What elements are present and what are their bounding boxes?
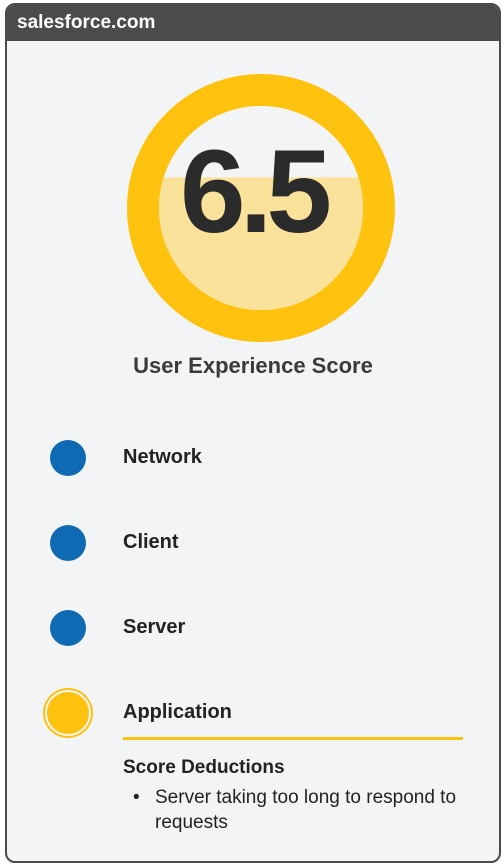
score-card: salesforce.com 6.5 User Experience Score…: [5, 3, 501, 863]
warning-dot-icon: [45, 690, 91, 736]
score-deductions: Score Deductions • Server taking too lon…: [123, 757, 483, 835]
factor-label: Application: [123, 701, 232, 723]
factor-server[interactable]: Server: [7, 604, 499, 652]
status-dot-icon: [50, 440, 86, 476]
deduction-item: • Server taking too long to respond to r…: [123, 785, 483, 835]
score-value: 6.5: [179, 126, 332, 258]
status-dot-icon: [50, 610, 86, 646]
bullet-icon: •: [133, 787, 140, 808]
deduction-text: Server taking too long to respond to req…: [155, 787, 457, 833]
factor-client[interactable]: Client: [7, 519, 499, 567]
factor-application[interactable]: Application: [7, 689, 499, 737]
factor-label: Server: [123, 616, 186, 638]
status-dot-icon: [50, 525, 86, 561]
deductions-title: Score Deductions: [123, 757, 285, 778]
factor-network[interactable]: Network: [7, 434, 499, 482]
selected-underline: [123, 737, 463, 740]
factor-label: Client: [123, 531, 179, 553]
factor-label: Network: [123, 446, 202, 468]
score-title: User Experience Score: [133, 353, 373, 378]
